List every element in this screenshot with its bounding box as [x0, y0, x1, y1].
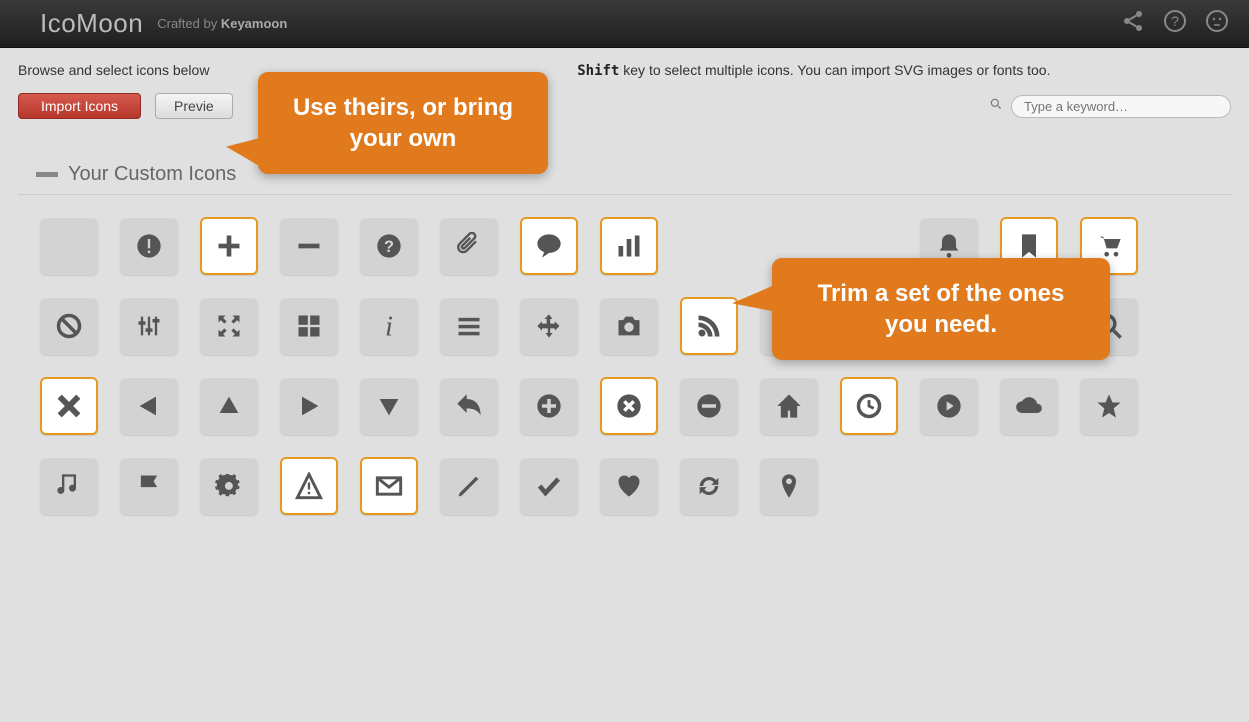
section-header: Your Custom Icons — [18, 133, 1231, 195]
list-icon[interactable] — [440, 297, 498, 355]
help-icon[interactable]: ? — [1163, 9, 1187, 38]
chat-icon[interactable] — [520, 217, 578, 275]
search-wrap — [989, 95, 1231, 118]
collapse-handle-icon[interactable] — [36, 172, 58, 177]
pin-icon[interactable] — [760, 457, 818, 515]
import-icons-button[interactable]: Import Icons — [18, 93, 141, 119]
plus-circle-icon[interactable] — [520, 377, 578, 435]
expand-icon[interactable] — [200, 297, 258, 355]
top-right-actions: ? — [1121, 9, 1229, 38]
star-icon[interactable] — [1080, 377, 1138, 435]
share-icon[interactable] — [1121, 9, 1145, 38]
callout-arrow-icon — [224, 133, 262, 165]
gear-icon[interactable] — [200, 457, 258, 515]
rss-icon[interactable] — [680, 297, 738, 355]
instructions-text: Browse and select icons below Shift key … — [0, 48, 1249, 79]
cloud-icon[interactable] — [1000, 377, 1058, 435]
icon-grid: ?i — [0, 195, 1249, 537]
home-icon[interactable] — [760, 377, 818, 435]
logo: IcoMoon — [40, 8, 143, 39]
warning-icon[interactable] — [280, 457, 338, 515]
triangle-down-icon[interactable] — [360, 377, 418, 435]
triangle-up-icon[interactable] — [200, 377, 258, 435]
exclamation-circle-icon[interactable] — [120, 217, 178, 275]
blank[interactable] — [40, 217, 98, 275]
preview-button[interactable]: Previe — [155, 93, 233, 119]
clock-icon[interactable] — [840, 377, 898, 435]
svg-text:?: ? — [1171, 13, 1179, 29]
pencil-icon[interactable] — [440, 457, 498, 515]
crafted-by: Crafted by Keyamoon — [157, 16, 287, 31]
paperclip-icon[interactable] — [440, 217, 498, 275]
search-icon — [989, 97, 1003, 116]
refresh-icon[interactable] — [680, 457, 738, 515]
triangle-right-icon[interactable] — [280, 377, 338, 435]
face-icon[interactable] — [1205, 9, 1229, 38]
grid-icon[interactable] — [280, 297, 338, 355]
camera-icon[interactable] — [600, 297, 658, 355]
section-title: Your Custom Icons — [68, 163, 236, 186]
search-input[interactable] — [1011, 95, 1231, 118]
x-circle-icon[interactable] — [600, 377, 658, 435]
x-icon[interactable] — [40, 377, 98, 435]
reply-icon[interactable] — [440, 377, 498, 435]
toolbar: Import Icons Previe — [0, 79, 1249, 133]
callout-import: Use theirs, or bring your own — [258, 72, 548, 174]
ban-icon[interactable] — [40, 297, 98, 355]
svg-text:?: ? — [384, 238, 394, 256]
question-circle-icon[interactable]: ? — [360, 217, 418, 275]
top-bar: IcoMoon Crafted by Keyamoon ? — [0, 0, 1249, 48]
heart-icon[interactable] — [600, 457, 658, 515]
move-icon[interactable] — [520, 297, 578, 355]
callout-trim: Trim a set of the ones you need. — [772, 258, 1110, 360]
check-icon[interactable] — [520, 457, 578, 515]
mail-icon[interactable] — [360, 457, 418, 515]
play-circle-icon[interactable] — [920, 377, 978, 435]
bar-chart-icon[interactable] — [600, 217, 658, 275]
minus-circle-icon[interactable] — [680, 377, 738, 435]
music-icon[interactable] — [40, 457, 98, 515]
sliders-icon[interactable] — [120, 297, 178, 355]
info-icon[interactable]: i — [360, 297, 418, 355]
flag-icon[interactable] — [120, 457, 178, 515]
minus-icon[interactable] — [280, 217, 338, 275]
svg-text:i: i — [385, 312, 393, 340]
plus-icon[interactable] — [200, 217, 258, 275]
callout-arrow-icon — [731, 286, 775, 316]
triangle-left-icon[interactable] — [120, 377, 178, 435]
